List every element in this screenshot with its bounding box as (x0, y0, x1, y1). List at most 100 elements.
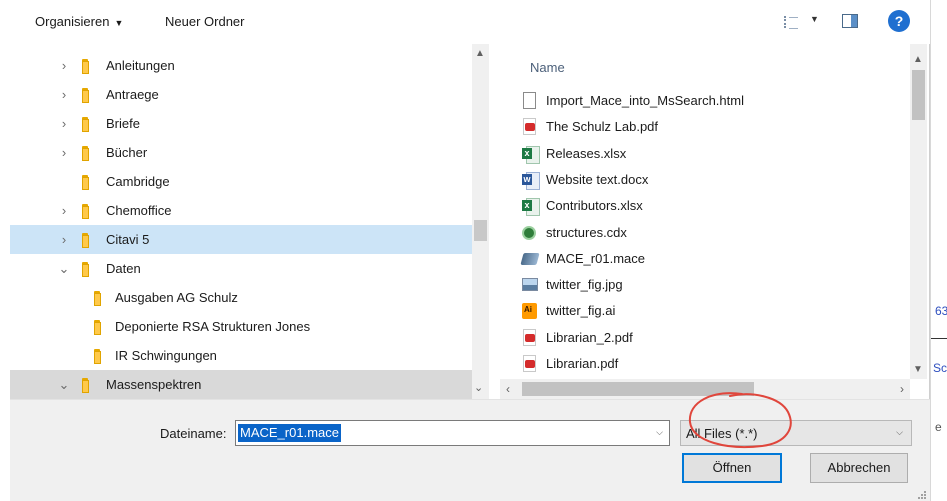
folder-icon-shape (82, 117, 96, 132)
file-list-item[interactable]: Releases.xlsx (522, 142, 902, 166)
folder-icon (82, 175, 96, 190)
nav-item[interactable]: Cambridge (10, 167, 472, 196)
organize-menu-button[interactable]: Organisieren ▼ (35, 14, 123, 29)
background-text-3: e (935, 420, 942, 434)
nav-item[interactable]: › Anleitungen (10, 51, 472, 80)
file-list-item[interactable]: MACE_r01.mace (520, 247, 902, 271)
scrollbar-thumb[interactable] (474, 220, 487, 241)
nav-item[interactable]: › Briefe (10, 109, 472, 138)
folder-icon (82, 117, 96, 132)
scroll-up-icon[interactable]: ▲ (913, 54, 923, 65)
folder-icon-shape (94, 291, 108, 306)
html-file-icon-shape (523, 92, 536, 109)
resize-grip-icon[interactable] (916, 489, 926, 499)
file-name: twitter_fig.jpg (546, 277, 623, 293)
chevron-right-icon[interactable]: › (58, 232, 70, 247)
file-list-item[interactable]: twitter_fig.ai (522, 299, 902, 323)
excel-file-icon-shape (522, 198, 540, 217)
new-folder-button[interactable]: Neuer Ordner (165, 14, 244, 29)
nav-item-label: Ausgaben AG Schulz (115, 290, 238, 305)
nav-item[interactable]: › Citavi 5 (10, 225, 472, 254)
folder-icon (82, 262, 96, 277)
file-list-item[interactable]: structures.cdx (522, 221, 902, 245)
chevron-right-icon[interactable]: › (58, 203, 70, 218)
image-file-icon (522, 276, 538, 294)
chevron-down-icon[interactable]: ⌄ (58, 261, 70, 277)
column-header-name[interactable]: Name (530, 60, 565, 75)
file-list-item[interactable]: Import_Mace_into_MsSearch.html (522, 89, 902, 113)
chevron-right-icon[interactable]: › (58, 58, 70, 73)
scroll-left-icon[interactable]: ‹ (506, 382, 510, 396)
preview-pane-button[interactable] (842, 14, 858, 28)
nav-item-label: Briefe (106, 116, 140, 131)
folder-icon (82, 204, 96, 219)
nav-item[interactable]: › Bücher (10, 138, 472, 167)
chevron-down-icon[interactable]: ⌵ (656, 427, 663, 438)
cancel-button[interactable]: Abbrechen (810, 453, 908, 483)
file-list-vertical-scrollbar[interactable]: ▲ ▼ (910, 44, 927, 379)
background-line (931, 338, 947, 339)
nav-item[interactable]: ⌄ Massenspektren (10, 370, 472, 399)
toolbar: Organisieren ▼ Neuer Ordner ▼ ? (10, 0, 930, 44)
scroll-down-icon[interactable]: ▼ (913, 364, 923, 375)
filename-value[interactable]: MACE_r01.mace (238, 424, 341, 442)
file-list-item[interactable]: Website text.docx (522, 168, 902, 192)
file-name: Releases.xlsx (546, 145, 627, 161)
file-list-item[interactable]: twitter_fig.jpg (522, 273, 902, 297)
nav-item-label: Anleitungen (106, 58, 175, 73)
chevron-right-icon[interactable]: › (58, 145, 70, 160)
nav-item[interactable]: › Antraege (10, 80, 472, 109)
folder-icon-shape (82, 233, 96, 248)
nav-item[interactable]: Deponierte RSA Strukturen Jones (10, 312, 472, 341)
file-type-filter-select[interactable]: All Files (*.*) ⌵ (680, 420, 912, 446)
filename-input[interactable]: MACE_r01.mace ⌵ (235, 420, 670, 446)
file-list-item[interactable]: Librarian.pdf (522, 352, 902, 376)
background-window: 63 Sch e (930, 0, 947, 501)
chevron-down-icon[interactable]: ⌄ (58, 377, 70, 393)
chevron-right-icon[interactable]: › (58, 87, 70, 102)
scroll-right-icon[interactable]: › (900, 382, 904, 396)
mace-file-icon (520, 250, 540, 268)
word-file-icon (522, 171, 540, 190)
details-view-icon (784, 16, 798, 29)
excel-file-icon (522, 145, 540, 164)
nav-item[interactable]: Ausgaben AG Schulz (10, 283, 472, 312)
view-options-button[interactable]: ▼ (784, 12, 826, 34)
file-list-item[interactable]: Librarian_2.pdf (522, 326, 902, 350)
background-text-1: 63 (935, 304, 947, 318)
open-button[interactable]: Öffnen (682, 453, 782, 483)
chevron-down-icon[interactable]: ⌵ (896, 427, 903, 438)
folder-icon-shape (94, 349, 108, 364)
scrollbar-thumb[interactable] (912, 70, 925, 120)
html-file-icon (522, 92, 538, 110)
file-name: The Schulz Lab.pdf (546, 119, 659, 135)
pdf-file-icon (522, 328, 538, 347)
file-list-horizontal-scrollbar[interactable]: ‹ › (500, 379, 910, 399)
folder-icon-shape (82, 88, 96, 103)
file-type-filter-value: All Files (*.*) (686, 426, 758, 441)
scroll-down-icon[interactable]: ⌄ (474, 381, 483, 394)
nav-item[interactable]: › Chemoffice (10, 196, 472, 225)
nav-item-label: Massenspektren (106, 377, 202, 392)
folder-icon (94, 291, 108, 306)
file-open-dialog: Organisieren ▼ Neuer Ordner ▼ ? › Anleitun… (10, 0, 930, 501)
navigation-scrollbar[interactable]: ▲ (472, 44, 489, 399)
cdx-file-icon (522, 224, 538, 242)
file-name: Librarian_2.pdf (546, 329, 633, 345)
caret-down-icon: ▼ (114, 18, 124, 28)
folder-icon-shape (82, 175, 96, 190)
folder-icon (82, 378, 96, 393)
chevron-right-icon[interactable]: › (58, 116, 70, 131)
nav-item[interactable]: ⌄ Daten (10, 254, 472, 283)
nav-item-label: Citavi 5 (106, 232, 150, 247)
folder-icon-shape (82, 59, 96, 74)
file-list-item[interactable]: Contributors.xlsx (522, 194, 902, 218)
file-list-item[interactable]: The Schulz Lab.pdf (522, 115, 902, 139)
excel-file-icon-shape (522, 145, 540, 164)
nav-item[interactable]: IR Schwingungen (10, 341, 472, 370)
pdf-file-icon-shape (523, 328, 536, 346)
scroll-up-icon[interactable]: ▲ (475, 48, 485, 59)
caret-down-icon: ▼ (810, 14, 819, 24)
help-button[interactable]: ? (888, 10, 910, 32)
scrollbar-thumb[interactable] (522, 382, 754, 396)
